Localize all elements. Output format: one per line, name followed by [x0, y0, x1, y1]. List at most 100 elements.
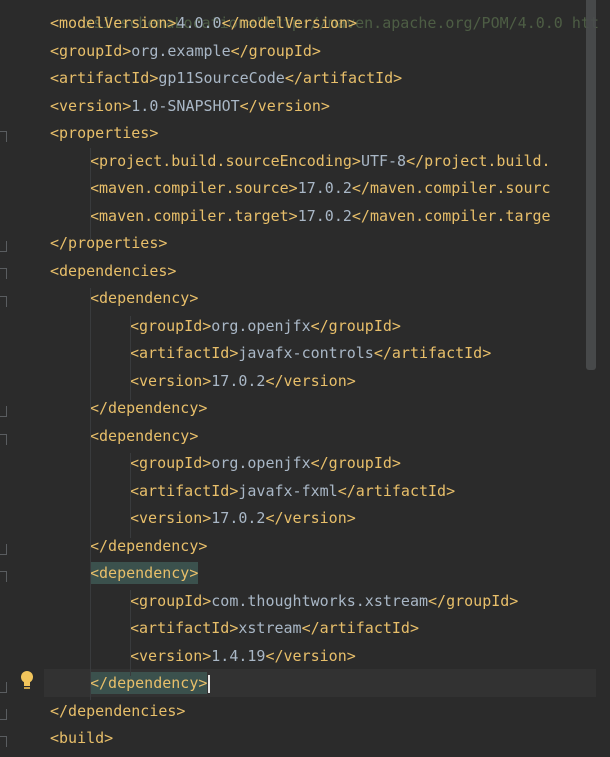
code-line[interactable]: <modelVersion>4.0.0</modelVersion> [50, 11, 357, 35]
fold-marker-icon[interactable] [0, 406, 7, 417]
xml-tag: </dependencies> [50, 701, 186, 720]
xml-value: 4.0.0 [176, 14, 222, 32]
fold-marker-icon[interactable] [0, 571, 7, 582]
xml-close-tag: </maven.compiler.sourc [351, 179, 551, 197]
xml-value: org.example [131, 41, 231, 60]
xml-tag: <version> [130, 646, 212, 665]
fold-marker-icon[interactable] [0, 544, 7, 555]
xml-tag: <build> [50, 729, 114, 747]
xml-close-tag: </groupId> [310, 454, 401, 472]
fold-marker-icon[interactable] [0, 241, 7, 252]
xml-close-tag: </groupId> [428, 591, 519, 610]
code-line[interactable]: <groupId>org.openjfx</groupId> [130, 314, 401, 338]
xml-tag: <dependencies> [50, 261, 177, 280]
xml-tag: <maven.compiler.target> [90, 206, 298, 225]
xml-value: org.openjfx [211, 454, 311, 472]
xml-value: 17.0.2 [297, 179, 352, 197]
xml-value: 17.0.2 [211, 509, 266, 527]
code-line[interactable]: <dependency> [90, 286, 198, 310]
xml-value: 17.0.2 [297, 206, 352, 225]
code-line[interactable]: <dependency> [90, 424, 198, 448]
lightbulb-icon[interactable] [19, 670, 35, 692]
xml-tag: <groupId> [130, 316, 212, 335]
code-line[interactable]: <artifactId>gp11SourceCode</artifactId> [50, 66, 402, 90]
xml-close-tag: </artifactId> [337, 481, 456, 500]
xml-close-tag: </groupId> [310, 316, 401, 335]
indent-guide [130, 590, 131, 676]
fold-marker-icon[interactable] [0, 296, 7, 307]
xml-close-tag: </project.build. [406, 151, 551, 170]
xml-close-tag: </modelVersion> [221, 14, 358, 32]
xml-tag: <modelVersion> [50, 14, 177, 32]
xml-tag: <version> [130, 509, 212, 527]
xml-close-tag: </artifactId> [301, 619, 419, 637]
xml-value: 17.0.2 [211, 371, 266, 390]
code-line[interactable]: <project.build.sourceEncoding>UTF-8</pro… [90, 149, 551, 173]
xml-close-tag: </version> [265, 646, 356, 665]
fold-marker-icon[interactable] [0, 268, 7, 279]
code-line[interactable]: </dependency> [90, 671, 211, 695]
fold-marker-icon[interactable] [0, 682, 7, 693]
xml-tag: <properties> [50, 124, 159, 142]
code-line[interactable]: <dependencies> [50, 259, 176, 283]
xml-tag: <version> [50, 96, 132, 115]
xml-tag: </dependency> [90, 536, 208, 555]
code-editor[interactable]: xsi:schemaLocation="http://maven.apache.… [0, 0, 610, 757]
xml-tag: </properties> [50, 234, 168, 252]
code-line[interactable]: <dependency> [90, 561, 199, 585]
xml-tag: <artifactId> [130, 344, 239, 362]
xml-value: xstream [238, 619, 302, 637]
code-line[interactable]: <properties> [50, 121, 158, 145]
xml-tag: <dependency> [90, 426, 199, 445]
xml-close-tag: </artifactId> [373, 344, 492, 362]
code-line[interactable]: <version>17.0.2</version> [130, 369, 356, 393]
fold-marker-icon[interactable] [0, 434, 7, 445]
code-line[interactable]: <version>1.0-SNAPSHOT</version> [50, 94, 330, 118]
indent-guide [130, 316, 131, 400]
xml-tag: <artifactId> [50, 69, 159, 87]
xml-tag: <groupId> [50, 41, 132, 60]
xml-value: javafx-controls [238, 344, 374, 362]
indent-guide [90, 288, 91, 700]
xml-tag: </dependency> [90, 672, 208, 694]
fold-marker-icon[interactable] [0, 131, 7, 142]
code-line[interactable]: </properties> [50, 231, 167, 255]
partial-top-line: xsi:schemaLocation="http://maven.apache.… [30, 0, 599, 32]
code-line[interactable]: <build> [50, 726, 113, 750]
code-line[interactable]: <version>17.0.2</version> [130, 506, 356, 530]
vertical-scrollbar[interactable] [586, 0, 596, 370]
xml-tag: <groupId> [130, 591, 212, 610]
xml-value: javafx-fxml [238, 481, 338, 500]
code-line[interactable]: </dependency> [90, 396, 207, 420]
code-line[interactable]: <maven.compiler.target>17.0.2</maven.com… [90, 204, 551, 228]
xml-value: org.openjfx [211, 316, 311, 335]
code-line[interactable]: <groupId>com.thoughtworks.xstream</group… [130, 589, 518, 613]
xml-close-tag: </version> [265, 509, 356, 527]
xml-tag: <artifactId> [130, 619, 239, 637]
code-line[interactable]: <artifactId>javafx-fxml</artifactId> [130, 479, 455, 503]
text-caret [208, 674, 211, 693]
xml-close-tag: </maven.compiler.targe [351, 206, 551, 225]
indent-guide [130, 453, 131, 538]
code-line[interactable]: <artifactId>javafx-controls</artifactId> [130, 341, 491, 365]
xml-close-tag: </groupId> [230, 41, 321, 60]
code-line[interactable]: <version>1.4.19</version> [130, 644, 356, 668]
xml-value: 1.4.19 [211, 646, 266, 665]
code-line[interactable]: </dependency> [90, 534, 207, 558]
xml-value: 1.0-SNAPSHOT [131, 96, 240, 115]
xml-close-tag: </version> [265, 371, 356, 390]
code-line[interactable]: <artifactId>xstream</artifactId> [130, 616, 419, 640]
code-line[interactable]: <groupId>org.openjfx</groupId> [130, 451, 401, 475]
xml-value: gp11SourceCode [158, 69, 285, 87]
code-line[interactable]: </dependencies> [50, 699, 185, 723]
fold-marker-icon[interactable] [0, 736, 7, 747]
xml-tag: <maven.compiler.source> [90, 179, 298, 197]
xml-tag: <artifactId> [130, 481, 239, 500]
xml-tag: <dependency> [90, 562, 199, 584]
fold-marker-icon[interactable] [0, 709, 7, 720]
editor-gutter[interactable] [0, 0, 44, 757]
code-line[interactable]: <maven.compiler.source>17.0.2</maven.com… [90, 176, 551, 200]
xml-tag: </dependency> [90, 399, 208, 417]
code-line[interactable]: <groupId>org.example</groupId> [50, 39, 321, 63]
xml-value: com.thoughtworks.xstream [211, 591, 429, 610]
